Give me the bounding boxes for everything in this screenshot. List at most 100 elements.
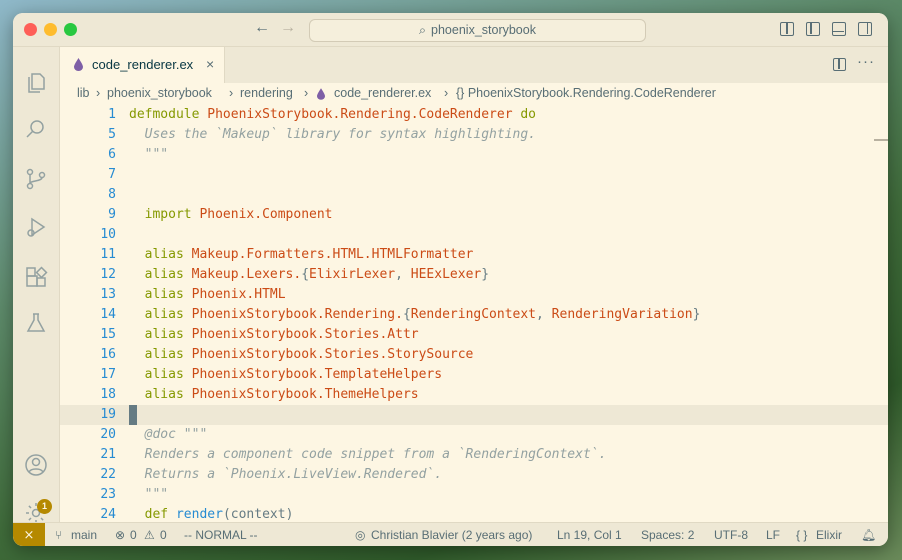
line-code: alias PhoenixStorybook.TemplateHelpers: [129, 365, 442, 385]
breadcrumb-item[interactable]: phoenix_storybook: [107, 86, 212, 100]
line-number: 17: [100, 367, 116, 382]
arrow-left-icon[interactable]: ←: [254, 19, 270, 37]
code-line[interactable]: 24 def render(context): [60, 505, 888, 522]
code-line[interactable]: 17 alias PhoenixStorybook.TemplateHelper…: [60, 365, 888, 385]
code-token: alias: [129, 387, 192, 402]
line-number: 22: [100, 467, 116, 482]
warning-icon: ⚠: [144, 528, 155, 542]
code-line[interactable]: 5 Uses the `Makeup` library for syntax h…: [60, 125, 888, 145]
code-token: {: [301, 267, 310, 282]
line-code: """: [129, 485, 169, 505]
explorer-files-icon[interactable]: [24, 71, 48, 95]
code-token: Uses the `Makeup` library for syntax hig…: [129, 127, 536, 142]
code-line[interactable]: 10: [60, 225, 888, 245]
editor-window: ← → ⌕ phoenix_storybook 1 code_renderer.…: [13, 13, 888, 546]
more-actions-icon[interactable]: ···: [857, 53, 875, 70]
code-token: Renders a component code snippet from a …: [129, 447, 607, 462]
code-line[interactable]: 18 alias PhoenixStorybook.ThemeHelpers: [60, 385, 888, 405]
line-number: 24: [100, 507, 116, 522]
close-tab-icon[interactable]: ×: [206, 56, 214, 72]
title-bar: ← → ⌕ phoenix_storybook: [13, 13, 888, 47]
code-token: render: [175, 507, 223, 522]
testing-flask-icon[interactable]: [24, 311, 48, 335]
remote-indicator-icon[interactable]: ⨯: [13, 523, 45, 546]
accounts-icon[interactable]: [24, 453, 48, 477]
line-number: 5: [108, 127, 116, 142]
line-number: 16: [100, 347, 116, 362]
git-blame[interactable]: Christian Blavier (2 years ago): [371, 528, 532, 542]
git-branch[interactable]: main: [71, 528, 97, 542]
code-editor[interactable]: 1 defmodule PhoenixStorybook.Rendering.Co…: [60, 105, 888, 522]
code-token: """: [129, 147, 169, 162]
close-window-button[interactable]: [24, 23, 37, 36]
command-center-search[interactable]: ⌕ phoenix_storybook: [309, 19, 646, 42]
zoom-window-button[interactable]: [64, 23, 77, 36]
toggle-primary-sidebar-icon[interactable]: [806, 22, 820, 36]
code-line[interactable]: 14 alias PhoenixStorybook.Rendering.{Ren…: [60, 305, 888, 325]
breadcrumb-item[interactable]: rendering: [240, 86, 293, 100]
code-line[interactable]: 7: [60, 165, 888, 185]
current-line[interactable]: 19: [60, 405, 888, 425]
line-number: 23: [100, 487, 116, 502]
language-mode[interactable]: Elixir: [816, 528, 842, 542]
code-token: Makeup.Formatters.HTML.HTMLFormatter: [191, 247, 474, 262]
code-token: """: [129, 487, 169, 502]
code-token: {: [402, 307, 411, 322]
code-line[interactable]: 12 alias Makeup.Lexers.{ElixirLexer, HEE…: [60, 265, 888, 285]
code-token: alias: [129, 267, 192, 282]
block-cursor: [129, 405, 137, 425]
code-line[interactable]: 22 Returns a `Phoenix.LiveView.Rendered`…: [60, 465, 888, 485]
code-line[interactable]: 8: [60, 185, 888, 205]
code-line[interactable]: 11 alias Makeup.Formatters.HTML.HTMLForm…: [60, 245, 888, 265]
notifications-bell-icon[interactable]: 🔔︎: [861, 528, 876, 542]
extensions-icon[interactable]: [24, 265, 48, 289]
customize-layout-icon[interactable]: [780, 22, 794, 36]
line-ending[interactable]: LF: [766, 528, 780, 542]
code-token: PhoenixStorybook.Rendering.CodeRenderer: [207, 107, 513, 122]
search-icon[interactable]: [24, 117, 48, 141]
line-number: 10: [100, 227, 116, 242]
minimize-window-button[interactable]: [44, 23, 57, 36]
line-number: 13: [100, 287, 116, 302]
cursor-position[interactable]: Ln 19, Col 1: [557, 528, 622, 542]
breadcrumb-item[interactable]: code_renderer.ex: [334, 86, 431, 100]
magnifier-icon: ⌕: [419, 23, 427, 37]
activity-bar: [13, 47, 60, 523]
code-line[interactable]: 9 import Phoenix.Component: [60, 205, 888, 225]
error-count[interactable]: 0: [130, 528, 137, 542]
code-line[interactable]: 1 defmodule PhoenixStorybook.Rendering.Co…: [60, 105, 888, 125]
git-blame-icon: ◎: [355, 528, 366, 542]
code-line[interactable]: 20 @doc """: [60, 425, 888, 445]
tab-code-renderer[interactable]: code_renderer.ex ×: [60, 47, 225, 83]
breadcrumb-item[interactable]: {} PhoenixStorybook.Rendering.CodeRender…: [456, 86, 716, 100]
breadcrumb-item[interactable]: lib: [77, 86, 90, 100]
code-line[interactable]: 13 alias Phoenix.HTML: [60, 285, 888, 305]
code-token: context: [230, 507, 286, 522]
toggle-panel-icon[interactable]: [832, 22, 846, 36]
code-line[interactable]: 16 alias PhoenixStorybook.Stories.StoryS…: [60, 345, 888, 365]
code-line[interactable]: 23 """: [60, 485, 888, 505]
code-line[interactable]: 15 alias PhoenixStorybook.Stories.Attr: [60, 325, 888, 345]
breadcrumb-separator: ›: [229, 86, 234, 100]
arrow-right-icon[interactable]: →: [280, 19, 296, 37]
encoding[interactable]: UTF-8: [714, 528, 748, 542]
line-code: Renders a component code snippet from a …: [129, 445, 607, 465]
toggle-secondary-sidebar-icon[interactable]: [858, 22, 872, 36]
code-line[interactable]: 21 Renders a component code snippet from…: [60, 445, 888, 465]
run-debug-icon[interactable]: [24, 215, 48, 239]
warning-count[interactable]: 0: [160, 528, 167, 542]
indentation[interactable]: Spaces: 2: [641, 528, 694, 542]
code-token: PhoenixStorybook.Rendering.: [191, 307, 403, 322]
status-bar: ⨯ ⑂ main ⊗ 0 ⚠ 0 -- NORMAL -- ◎ Christia…: [13, 522, 888, 546]
line-code: alias PhoenixStorybook.Rendering.{Render…: [129, 305, 701, 325]
code-token: ElixirLexer: [309, 267, 396, 282]
line-number: 11: [100, 247, 116, 262]
source-control-icon[interactable]: [24, 167, 48, 191]
code-token: Phoenix.HTML: [191, 287, 286, 302]
split-editor-icon[interactable]: [833, 58, 846, 71]
breadcrumb: lib › phoenix_storybook › rendering › co…: [60, 83, 888, 105]
code-token: }: [481, 267, 490, 282]
settings-update-badge: 1: [37, 499, 52, 514]
code-line[interactable]: 6 """: [60, 145, 888, 165]
code-token: (: [222, 507, 231, 522]
